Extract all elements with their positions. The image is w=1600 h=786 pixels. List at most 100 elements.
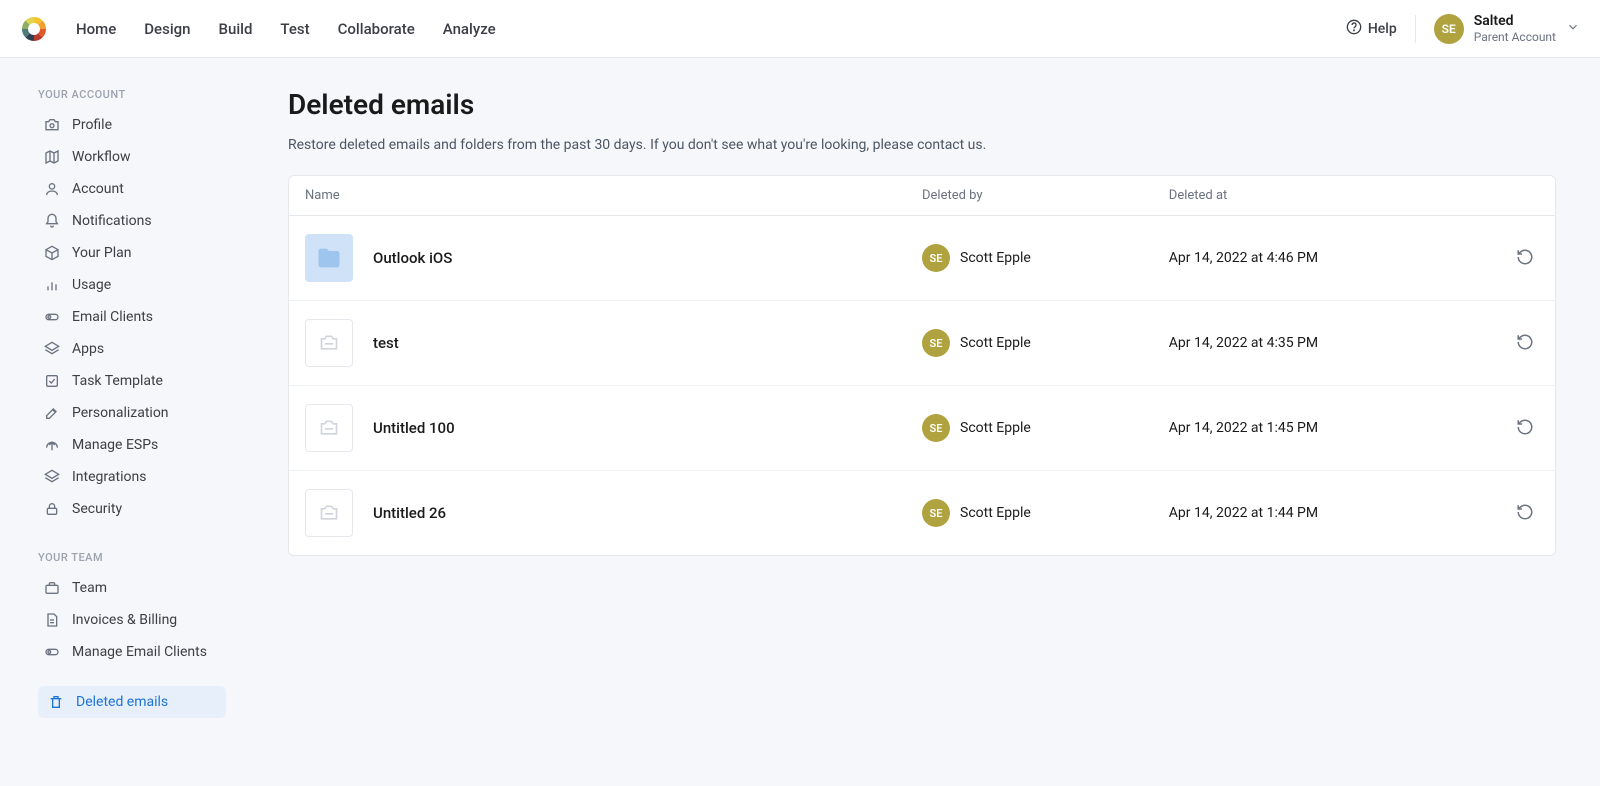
lock-icon [44,501,60,517]
folder-icon [305,234,353,282]
account-name: Salted [1474,13,1556,30]
restore-icon [1516,248,1534,269]
cell-deleted-by: SE Scott Epple [922,414,1169,442]
account-labels: Salted Parent Account [1474,13,1556,44]
restore-icon [1516,418,1534,439]
page-description: Restore deleted emails and folders from … [288,137,1556,153]
brand-logo[interactable] [20,15,48,43]
briefcase-icon [44,580,60,596]
toggle-icon [44,644,60,660]
sidebar-item-notifications[interactable]: Notifications [0,205,244,237]
cell-name: Untitled 100 [305,404,922,452]
user-avatar: SE [922,499,950,527]
col-header-name: Name [305,188,922,203]
user-avatar: SE [922,414,950,442]
help-label: Help [1368,21,1397,37]
row-name: Outlook iOS [373,249,452,267]
sidebar-item-label: Team [72,580,107,596]
sidebar-item-plan[interactable]: Your Plan [0,237,244,269]
sidebar-item-integrations[interactable]: Integrations [0,461,244,493]
nav-design[interactable]: Design [144,20,190,38]
main-content: Deleted emails Restore deleted emails an… [244,58,1600,748]
cell-deleted-by: SE Scott Epple [922,329,1169,357]
topbar-divider [1415,15,1416,43]
layers-icon [44,341,60,357]
sidebar: YOUR ACCOUNT Profile Workflow Account No… [0,58,244,748]
account-avatar: SE [1434,14,1464,44]
email-icon [305,404,353,452]
cell-name: Untitled 26 [305,489,922,537]
nav-collaborate[interactable]: Collaborate [338,20,415,38]
user-name: Scott Epple [960,505,1031,521]
table-row: Untitled 100 SE Scott Epple Apr 14, 2022… [289,386,1555,471]
sidebar-item-personalization[interactable]: Personalization [0,397,244,429]
upload-icon [44,437,60,453]
sidebar-item-security[interactable]: Security [0,493,244,525]
cell-name: Outlook iOS [305,234,922,282]
cell-deleted-at: Apr 14, 2022 at 1:44 PM [1169,505,1465,521]
sidebar-item-label: Apps [72,341,104,357]
bell-icon [44,213,60,229]
cell-name: test [305,319,922,367]
sidebar-item-workflow[interactable]: Workflow [0,141,244,173]
sidebar-item-apps[interactable]: Apps [0,333,244,365]
sidebar-item-label: Security [72,501,122,517]
user-name: Scott Epple [960,335,1031,351]
sidebar-item-email-clients[interactable]: Email Clients [0,301,244,333]
sidebar-item-deleted-emails[interactable]: Deleted emails [38,686,226,718]
sidebar-item-label: Task Template [72,373,163,389]
account-sub: Parent Account [1474,30,1556,44]
sidebar-item-label: Invoices & Billing [72,612,177,628]
cell-action [1465,414,1539,442]
check-square-icon [44,373,60,389]
user-icon [44,181,60,197]
row-name: test [373,334,399,352]
sidebar-item-task-template[interactable]: Task Template [0,365,244,397]
cell-deleted-at: Apr 14, 2022 at 4:46 PM [1169,250,1465,266]
nav-test[interactable]: Test [280,20,309,38]
main-nav: Home Design Build Test Collaborate Analy… [76,20,496,38]
map-icon [44,149,60,165]
sidebar-item-label: Account [72,181,124,197]
email-icon [305,489,353,537]
sidebar-item-label: Integrations [72,469,146,485]
table-header-row: Name Deleted by Deleted at [289,176,1555,216]
sidebar-item-invoices[interactable]: Invoices & Billing [0,604,244,636]
sidebar-item-account[interactable]: Account [0,173,244,205]
sidebar-item-manage-email-clients[interactable]: Manage Email Clients [0,636,244,668]
restore-button[interactable] [1511,244,1539,272]
sidebar-item-manage-esps[interactable]: Manage ESPs [0,429,244,461]
restore-button[interactable] [1511,414,1539,442]
sidebar-item-label: Manage ESPs [72,437,158,453]
restore-button[interactable] [1511,499,1539,527]
row-name: Untitled 26 [373,504,446,522]
help-button[interactable]: Help [1346,19,1397,39]
chart-icon [44,277,60,293]
nav-home[interactable]: Home [76,20,116,38]
cell-deleted-at: Apr 14, 2022 at 4:35 PM [1169,335,1465,351]
cell-deleted-at: Apr 14, 2022 at 1:45 PM [1169,420,1465,436]
sidebar-item-label: Email Clients [72,309,153,325]
cell-action [1465,499,1539,527]
table-row: Untitled 26 SE Scott Epple Apr 14, 2022 … [289,471,1555,555]
sidebar-item-profile[interactable]: Profile [0,109,244,141]
cell-action [1465,244,1539,272]
toggle-icon [44,309,60,325]
topbar: Home Design Build Test Collaborate Analy… [0,0,1600,58]
page-title: Deleted emails [288,88,1556,121]
sidebar-item-team[interactable]: Team [0,572,244,604]
camera-icon [44,117,60,133]
sidebar-section-account: YOUR ACCOUNT Profile Workflow Account No… [0,80,244,525]
sidebar-section-team: YOUR TEAM Team Invoices & Billing Manage… [0,543,244,668]
restore-button[interactable] [1511,329,1539,357]
restore-icon [1516,333,1534,354]
sidebar-item-label: Manage Email Clients [72,644,207,660]
user-avatar: SE [922,329,950,357]
layers-icon [44,469,60,485]
account-menu[interactable]: SE Salted Parent Account [1434,13,1580,44]
page-body: YOUR ACCOUNT Profile Workflow Account No… [0,58,1600,748]
trash-icon [48,694,64,710]
nav-analyze[interactable]: Analyze [443,20,496,38]
nav-build[interactable]: Build [219,20,253,38]
sidebar-item-usage[interactable]: Usage [0,269,244,301]
